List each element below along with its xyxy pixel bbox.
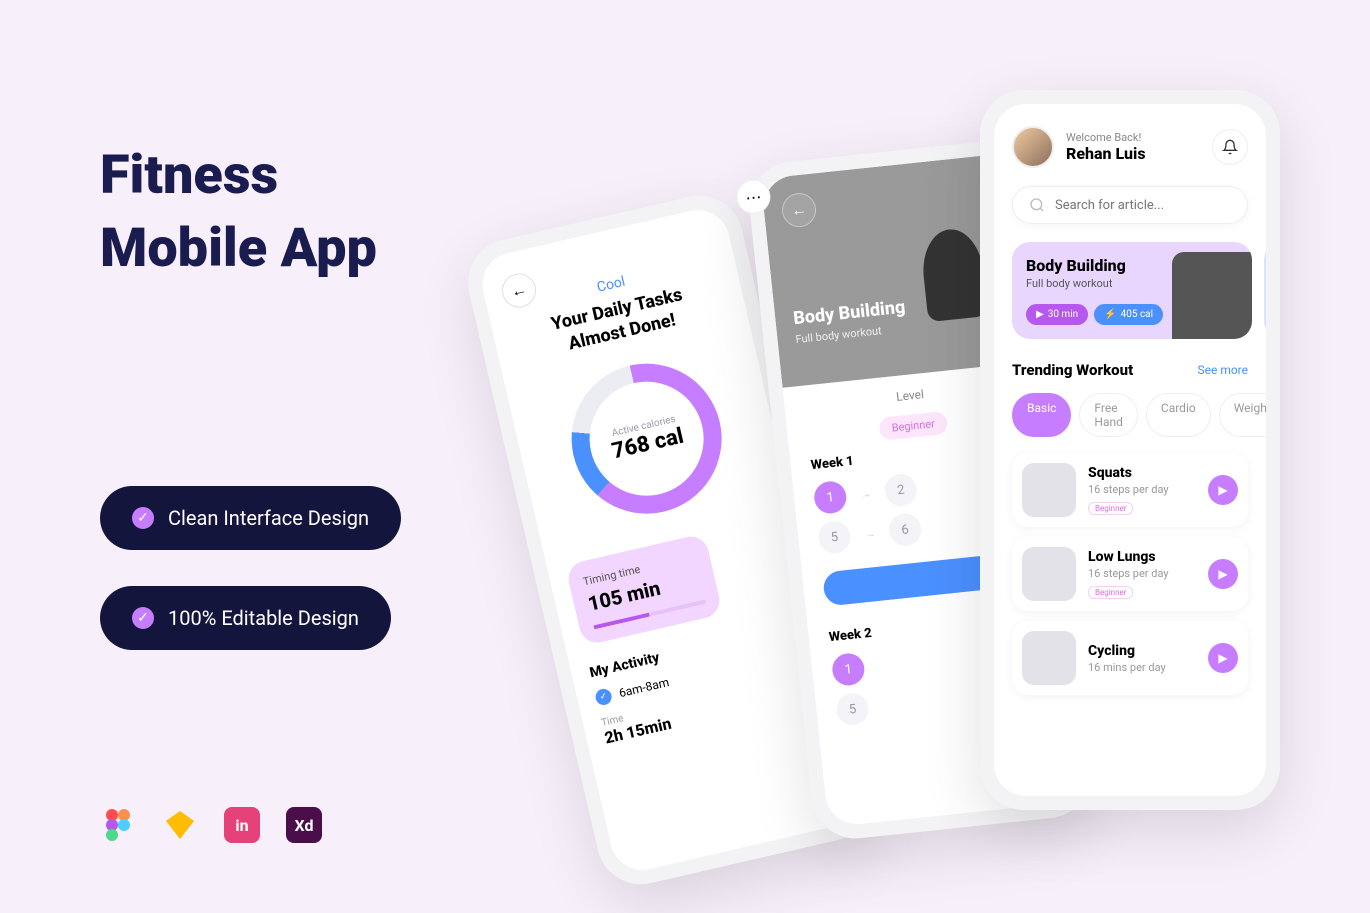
play-button[interactable]: ▶ <box>1208 475 1238 505</box>
back-button[interactable]: ← <box>780 191 817 228</box>
search-input[interactable] <box>1012 186 1248 224</box>
item-badge: Beginner <box>1088 502 1133 515</box>
filter-basic[interactable]: Basic <box>1012 393 1071 437</box>
feature-pill-2: ✓ 100% Editable Design <box>100 586 391 650</box>
figma-icon <box>100 807 136 843</box>
bell-icon[interactable] <box>1212 129 1248 165</box>
user-name: Rehan Luis <box>1066 144 1146 163</box>
timing-card: Timing time 105 min <box>565 533 723 646</box>
item-badge: Beginner <box>1088 586 1133 599</box>
day-5[interactable]: 5 <box>817 520 852 555</box>
feature-pill-1: ✓ Clean Interface Design <box>100 486 401 550</box>
search-icon <box>1029 197 1045 213</box>
item-sub: 16 steps per day <box>1088 567 1169 580</box>
item-title: Cycling <box>1088 643 1166 659</box>
workout-card-2[interactable]: Bo Fu <box>1264 242 1266 339</box>
workout-list: Squats 16 steps per day Beginner ▶ Low L… <box>1012 453 1248 695</box>
check-icon: ✓ <box>132 507 154 529</box>
avatar[interactable] <box>1012 126 1054 168</box>
phone-mockup-3: Welcome Back! Rehan Luis Body Building F… <box>980 90 1280 810</box>
arrow-icon: → <box>859 487 871 501</box>
day-5b[interactable]: 5 <box>835 692 870 727</box>
header: Welcome Back! Rehan Luis <box>1012 126 1248 168</box>
sketch-icon <box>162 807 198 843</box>
xd-icon: Xd <box>286 807 322 843</box>
list-item[interactable]: Low Lungs 16 steps per day Beginner ▶ <box>1012 537 1248 611</box>
invision-icon: in <box>224 807 260 843</box>
arrow-icon: → <box>864 526 876 540</box>
feature-1-label: Clean Interface Design <box>168 506 369 530</box>
section-title: Trending Workout <box>1012 361 1133 379</box>
item-sub: 16 mins per day <box>1088 661 1166 674</box>
thumb <box>1022 631 1076 685</box>
search-field[interactable] <box>1055 198 1231 213</box>
time-chip: ▶ 30 min <box>1026 304 1088 325</box>
workout-cards[interactable]: Body Building Full body workout ▶ 30 min… <box>1012 242 1248 339</box>
workout-card-1[interactable]: Body Building Full body workout ▶ 30 min… <box>1012 242 1252 339</box>
tool-icons: in Xd <box>100 807 322 843</box>
day-6[interactable]: 6 <box>887 512 922 547</box>
check-icon: ✓ <box>132 607 154 629</box>
thumb <box>1022 547 1076 601</box>
play-button[interactable]: ▶ <box>1208 559 1238 589</box>
list-item[interactable]: Cycling 16 mins per day ▶ <box>1012 621 1248 695</box>
see-more-link[interactable]: See more <box>1197 363 1248 377</box>
slot-label: 6am-8am <box>618 675 671 700</box>
filter-freehand[interactable]: Free Hand <box>1079 393 1137 437</box>
calorie-ring: Active calories 768 cal <box>557 349 737 529</box>
filter-weight[interactable]: Weight <box>1219 393 1266 437</box>
feature-2-label: 100% Editable Design <box>168 606 359 630</box>
item-title: Low Lungs <box>1088 549 1169 565</box>
day-1b[interactable]: 1 <box>831 652 866 687</box>
level-label: Level <box>896 387 925 404</box>
thumb <box>1022 463 1076 517</box>
filter-tabs: Basic Free Hand Cardio Weight <box>1012 393 1248 437</box>
filter-cardio[interactable]: Cardio <box>1146 393 1211 437</box>
welcome-text: Welcome Back! <box>1066 131 1146 144</box>
item-title: Squats <box>1088 465 1169 481</box>
day-2[interactable]: 2 <box>883 472 918 507</box>
list-item[interactable]: Squats 16 steps per day Beginner ▶ <box>1012 453 1248 527</box>
cal-chip: ⚡ 405 cal <box>1094 304 1163 325</box>
check-icon: ✓ <box>594 687 613 706</box>
day-1[interactable]: 1 <box>813 480 848 515</box>
play-button[interactable]: ▶ <box>1208 643 1238 673</box>
item-sub: 16 steps per day <box>1088 483 1169 496</box>
